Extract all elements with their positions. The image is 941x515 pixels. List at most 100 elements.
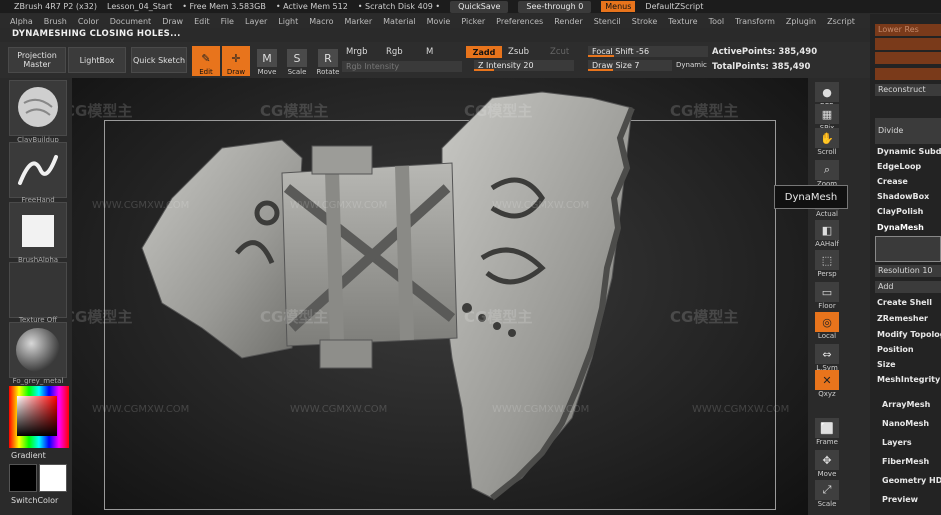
rotate-button[interactable]: R Rotate — [314, 46, 342, 76]
zcut-button[interactable]: Zcut — [550, 47, 569, 57]
palette-orange-row[interactable] — [875, 52, 941, 64]
menu-item[interactable]: Tool — [709, 17, 725, 26]
m-button[interactable]: M — [426, 47, 433, 57]
menu-item[interactable]: Stencil — [594, 17, 621, 26]
palette-orange-row[interactable] — [875, 68, 941, 80]
divide-button[interactable]: Divide — [875, 118, 941, 144]
frame-button[interactable]: ⬜ Frame — [812, 418, 842, 448]
claypolish-header[interactable]: ClayPolish — [877, 207, 941, 216]
shadowbox-header[interactable]: ShadowBox — [877, 192, 941, 201]
menu-item[interactable]: Macro — [309, 17, 333, 26]
shelf-label: Local — [817, 332, 837, 340]
local-icon: ◎ — [815, 312, 839, 332]
create-shell-button[interactable]: Create Shell — [877, 298, 941, 307]
local-button[interactable]: ◎ Local — [812, 312, 842, 342]
geometry-hd-header[interactable]: Geometry HD — [882, 476, 941, 485]
quick-sketch-button[interactable]: Quick Sketch — [131, 47, 187, 73]
main-color-swatch[interactable] — [9, 464, 37, 492]
dynamesh-header[interactable]: DynaMesh — [877, 223, 941, 232]
menu-item[interactable]: Alpha — [10, 17, 33, 26]
arraymesh-header[interactable]: ArrayMesh — [882, 400, 941, 409]
menu-item[interactable]: Edit — [194, 17, 210, 26]
menu-item[interactable]: Movie — [427, 17, 451, 26]
total-points: TotalPoints: 385,490 — [712, 62, 811, 72]
menu-item[interactable]: Brush — [44, 17, 67, 26]
lightbox-button[interactable]: LightBox — [68, 47, 126, 73]
menu-item[interactable]: Light — [278, 17, 298, 26]
reconstruct-button[interactable]: Reconstruct — [875, 84, 941, 96]
persp-button[interactable]: ⬚ Persp — [812, 250, 842, 280]
menu-item[interactable]: Stroke — [632, 17, 658, 26]
layers-header[interactable]: Layers — [882, 438, 941, 447]
canvas-viewport[interactable]: CG模型主 CG模型主 CG模型主 CG模型主 WWW.CGMXW.COM WW… — [72, 78, 808, 515]
shelf-label: AAHalf — [815, 240, 839, 248]
menu-item[interactable]: Preferences — [496, 17, 543, 26]
meshintegrity-header[interactable]: MeshIntegrity — [877, 375, 941, 384]
zremesher-header[interactable]: ZRemesher — [877, 314, 941, 323]
menu-item[interactable]: Marker — [344, 17, 372, 26]
edit-button[interactable]: ✎ Edit — [192, 46, 220, 76]
size-header[interactable]: Size — [877, 360, 941, 369]
brush-thumbnail[interactable] — [9, 80, 67, 136]
app-title: ZBrush 4R7 P2 (x32) — [14, 2, 98, 11]
resolution-slider[interactable]: Resolution 10 — [875, 265, 941, 277]
menu-item[interactable]: Color — [78, 17, 99, 26]
texture-thumbnail[interactable] — [9, 262, 67, 318]
menu-bar: Alpha Brush Color Document Draw Edit File Layer… — [0, 14, 870, 28]
move-button[interactable]: M Move — [253, 46, 281, 76]
projection-master-button[interactable]: Projection Master — [8, 47, 66, 73]
draw-size-slider[interactable]: Draw Size 7 — [588, 60, 672, 71]
stroke-thumbnail[interactable] — [9, 142, 67, 198]
menu-item[interactable]: Material — [383, 17, 416, 26]
aahalf-button[interactable]: ◧ AAHalf — [812, 220, 842, 250]
xyz-button[interactable]: ✕ Qxyz — [812, 370, 842, 400]
menu-item[interactable]: Document — [110, 17, 151, 26]
color-picker-square[interactable] — [17, 396, 57, 436]
menu-item[interactable]: Picker — [461, 17, 485, 26]
quicksave-button[interactable]: QuickSave — [450, 0, 509, 13]
z-intensity-slider[interactable]: Z Intensity 20 — [474, 60, 574, 71]
color-picker[interactable] — [9, 386, 69, 448]
palette-orange-row[interactable] — [875, 38, 941, 50]
preview-header[interactable]: Preview — [882, 495, 941, 504]
menu-item[interactable]: Zplugin — [786, 17, 816, 26]
menu-item[interactable]: Transform — [735, 17, 775, 26]
scale-button[interactable]: ⤢ Scale — [812, 480, 842, 510]
switchcolor-button[interactable]: SwitchColor — [11, 496, 58, 505]
aahalf-icon: ◧ — [815, 220, 839, 240]
move-button[interactable]: ✥ Move — [812, 450, 842, 480]
menu-item[interactable]: Zscript — [827, 17, 855, 26]
draw-button[interactable]: ✛ Draw — [222, 46, 250, 76]
rgb-button[interactable]: Rgb — [386, 47, 403, 57]
position-header[interactable]: Position — [877, 345, 941, 354]
rgb-intensity-slider[interactable]: Rgb Intensity — [342, 61, 462, 72]
fibermesh-header[interactable]: FiberMesh — [882, 457, 941, 466]
alpha-thumbnail[interactable] — [9, 202, 67, 258]
menu-item[interactable]: Layer — [245, 17, 267, 26]
dynamic-subdiv-header[interactable]: Dynamic Subdiv — [877, 147, 941, 156]
menu-item[interactable]: Render — [554, 17, 582, 26]
zsub-button[interactable]: Zsub — [508, 47, 529, 57]
scroll-button[interactable]: ✋ Scroll — [812, 128, 842, 158]
floor-button[interactable]: ▭ Floor — [812, 282, 842, 312]
scale-button[interactable]: S Scale — [283, 46, 311, 76]
focal-shift-slider[interactable]: Focal Shift -56 — [588, 46, 708, 57]
menu-item[interactable]: Texture — [668, 17, 697, 26]
nanomesh-header[interactable]: NanoMesh — [882, 419, 941, 428]
modify-topology-header[interactable]: Modify Topology — [877, 330, 941, 339]
mrgb-button[interactable]: Mrgb — [346, 47, 367, 57]
menu-item[interactable]: Draw — [162, 17, 183, 26]
dynamic-button[interactable]: Dynamic — [676, 61, 707, 69]
crease-header[interactable]: Crease — [877, 177, 941, 186]
lower-res-button[interactable]: Lower Res — [875, 24, 941, 36]
add-button[interactable]: Add — [875, 281, 941, 293]
see-through-slider[interactable]: See-through 0 — [518, 0, 592, 13]
edgeloop-header[interactable]: EdgeLoop — [877, 162, 941, 171]
default-zscript-button[interactable]: DefaultZScript — [645, 2, 703, 11]
material-thumbnail[interactable] — [9, 322, 67, 378]
secondary-color-swatch[interactable] — [39, 464, 67, 492]
dynamesh-button[interactable] — [875, 236, 941, 262]
menu-item[interactable]: File — [221, 17, 234, 26]
menus-button[interactable]: Menus — [601, 1, 636, 12]
zadd-button[interactable]: Zadd — [466, 46, 502, 58]
